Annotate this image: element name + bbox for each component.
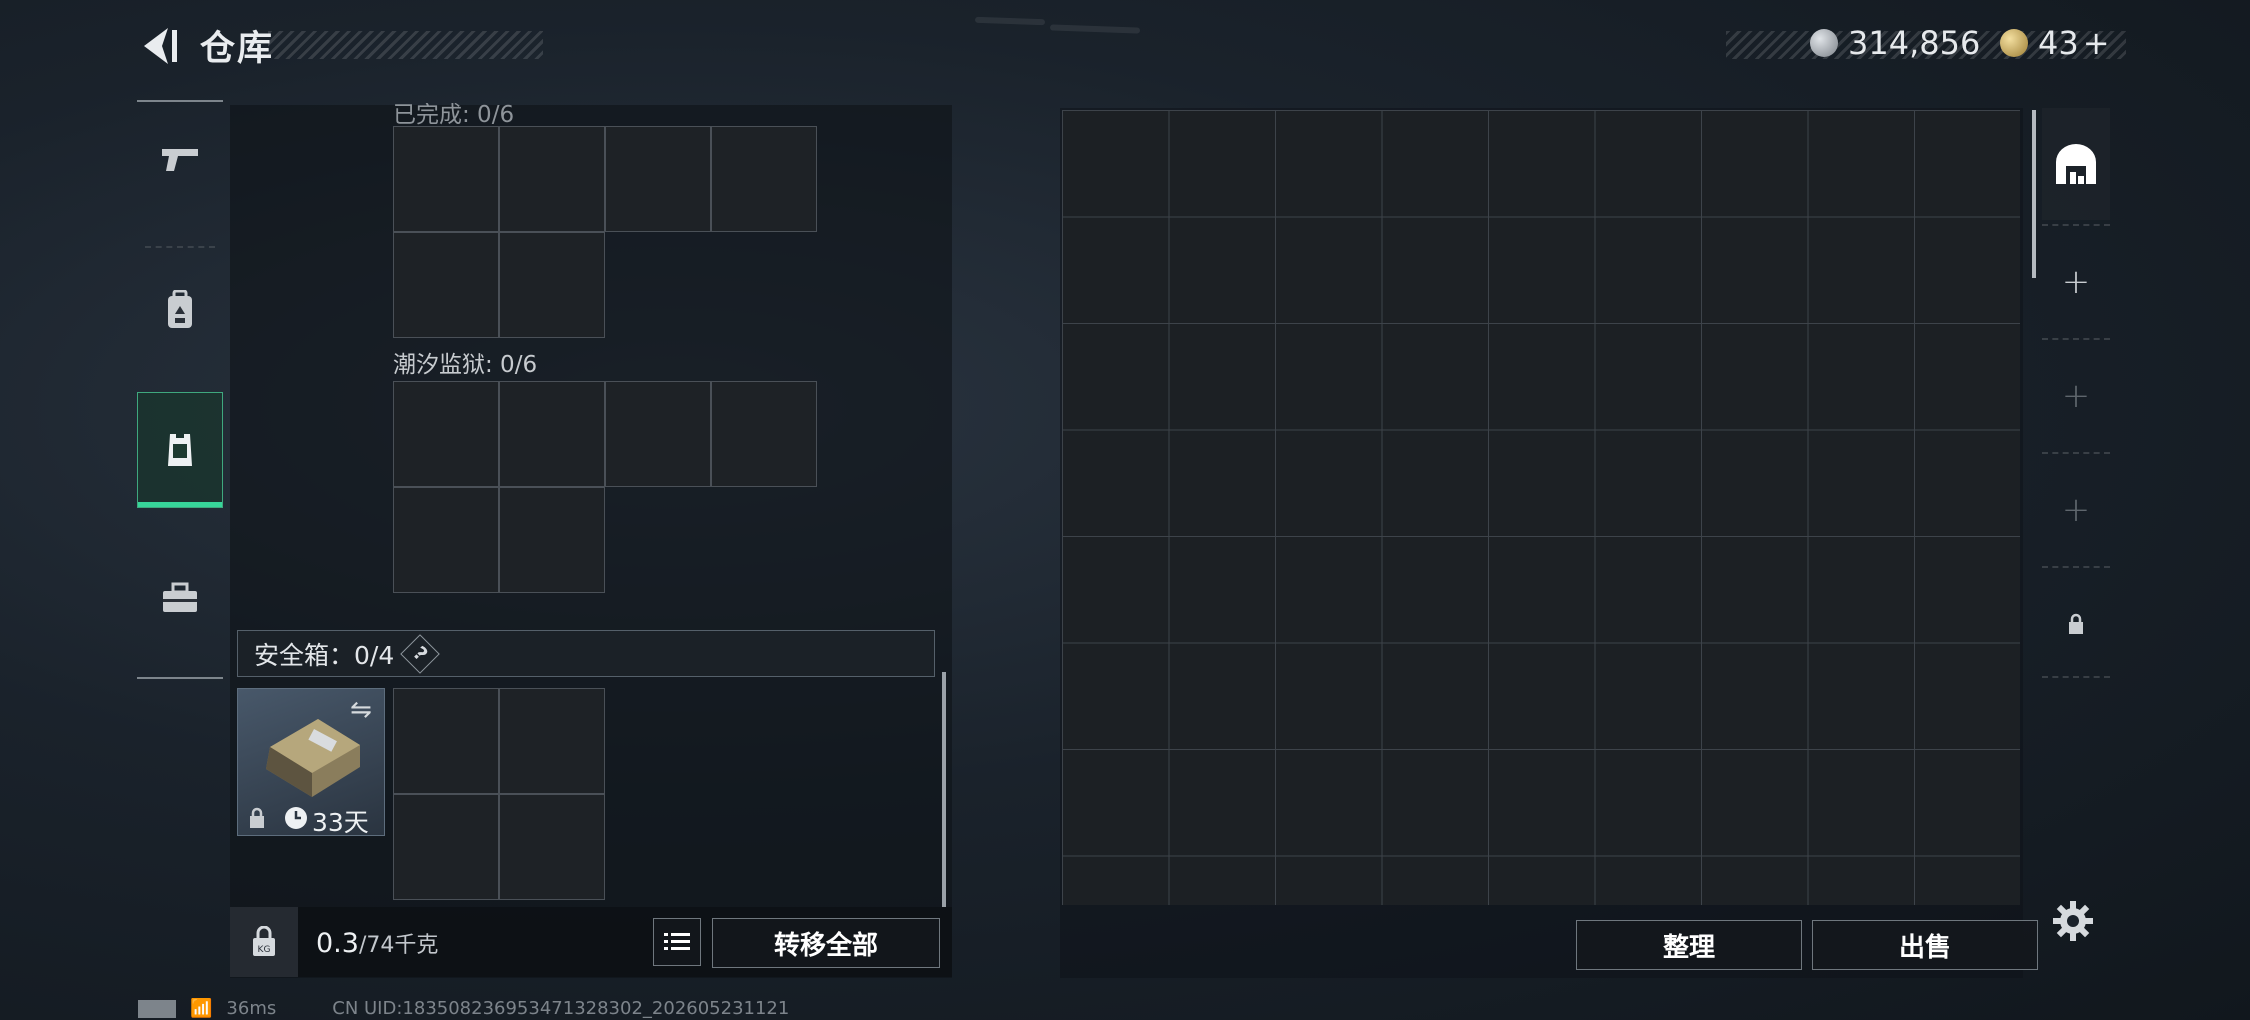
grid-slot[interactable] [499,487,605,593]
equipment-footer: KG 0.3 /74千克 转移全部 [230,907,952,977]
sell-button[interactable]: 出售 [1812,920,2038,970]
add-warehouse-button[interactable]: + [2042,340,2110,452]
grid-slot[interactable] [393,126,499,232]
grid-slot[interactable] [605,381,711,487]
premium-amount: 43 [2038,24,2079,62]
container-label: 潮汐监狱: 0/6 [393,352,538,378]
backpack-icon [168,290,192,328]
uid-readout: CN UID:1835082369534713283­02_2026052311… [332,998,790,1019]
clock-icon [285,807,307,829]
sort-button[interactable]: 整理 [1576,920,1802,970]
currency-display: 314,856 [1810,24,1980,62]
safe-box-header: 安全箱：0/4 ? [237,630,935,677]
grid-slot[interactable] [393,688,499,794]
svg-text:KG: KG [258,945,271,955]
vest-icon [168,434,192,466]
grid-slot[interactable] [605,126,711,232]
grid-slot[interactable] [711,126,817,232]
safe-box-item[interactable]: ⇋ 33天 [237,688,385,837]
left-scrollbar[interactable] [942,672,946,907]
grid-slot[interactable] [393,487,499,593]
grid-slot[interactable] [393,381,499,487]
nav-item-toolbox[interactable] [137,540,223,656]
category-nav [137,100,223,679]
warehouse-scrollbar[interactable] [2032,110,2036,278]
status-bar: 📶 36ms CN UID:1835082369534713283­02_202… [138,998,789,1019]
expiry-days: 33天 [312,808,369,837]
grid-slot[interactable] [499,688,605,794]
help-icon[interactable]: ? [400,633,441,674]
premium-currency-display[interactable]: 43 + [2000,24,2110,62]
ping-readout: 36ms [226,998,277,1019]
warehouse-grid[interactable] [1062,110,2020,905]
premium-coin-icon [2000,29,2028,57]
list-view-button[interactable] [653,918,701,966]
toolbox-icon [163,582,197,612]
grid-slot[interactable] [499,381,605,487]
page-title: 仓库 [200,29,275,69]
premium-add-icon[interactable]: + [2083,24,2110,62]
title-decoration [268,31,543,59]
weight-value: 0.3 [316,928,359,959]
grid-slot[interactable] [499,794,605,900]
lock-icon [2069,613,2083,634]
grid-slot[interactable] [499,232,605,338]
weight-icon: KG [253,926,275,956]
container-label: 已完成: 0/6 [393,102,515,128]
wifi-icon: 📶 [190,998,213,1019]
add-warehouse-button[interactable]: + [2042,226,2110,338]
warehouse-tabs: + + + [2042,108,2110,678]
grid-slot[interactable] [711,381,817,487]
warehouse-icon [2056,144,2096,184]
locked-warehouse-slot[interactable] [2042,568,2110,680]
battery-icon [138,999,176,1018]
add-warehouse-button[interactable]: + [2042,454,2110,566]
nav-item-backpack[interactable] [137,252,223,368]
nav-item-weapons[interactable] [137,102,223,218]
transfer-all-button[interactable]: 转移全部 [712,918,940,968]
currency-amount: 314,856 [1848,24,1981,62]
pistol-icon [162,149,198,171]
grid-slot[interactable] [393,794,499,900]
coin-icon [1810,29,1838,57]
weight-lock-button[interactable]: KG [230,907,298,977]
warehouse-tab-main[interactable] [2042,108,2110,220]
weight-capacity: /74千克 [358,933,439,958]
grid-slot[interactable] [393,232,499,338]
weight-readout: 0.3 /74千克 [316,927,438,959]
grid-slot[interactable] [499,126,605,232]
settings-button[interactable] [2052,900,2094,942]
lock-icon [250,807,264,828]
gear-icon [2053,901,2093,941]
back-button[interactable] [138,24,180,68]
safe-box-label: 安全箱：0/4 [254,640,395,670]
swap-icon[interactable]: ⇋ [350,695,372,725]
list-icon [664,933,690,950]
nav-item-vest[interactable] [137,392,223,508]
back-arrow-icon [144,28,177,64]
